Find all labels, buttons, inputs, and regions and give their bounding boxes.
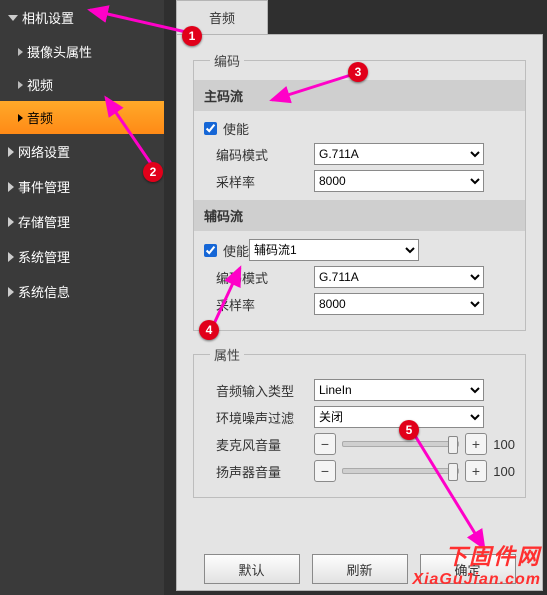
mic-plus-button[interactable]: + [465,433,487,455]
spk-volume-value: 100 [487,464,515,479]
sub-stream-header: 辅码流 [194,200,525,231]
chevron-right-icon [18,114,23,122]
spk-slider[interactable] [342,468,459,474]
sub-enable-label: 使能 [223,241,249,260]
input-type-row: 音频输入类型 LineIn [204,379,515,401]
chevron-right-icon [8,252,14,262]
input-type-label: 音频输入类型 [204,381,314,400]
sub-mode-label: 编码模式 [204,268,314,287]
sub-enable-checkbox[interactable] [204,244,217,257]
sub-rate-label: 采样率 [204,295,314,314]
main-rate-label: 采样率 [204,172,314,191]
spk-plus-button[interactable]: + [465,460,487,482]
spk-volume-row: 扬声器音量 − + 100 [204,460,515,482]
sub-rate-select[interactable]: 8000 [314,293,484,315]
sidebar-group-label: 系统管理 [18,247,70,266]
tab-audio[interactable]: 音频 [176,0,268,34]
mic-volume-label: 麦克风音量 [204,435,314,454]
main-mode-label: 编码模式 [204,145,314,164]
sub-mode-select[interactable]: G.711A [314,266,484,288]
main-mode-row: 编码模式 G.711A [204,143,515,165]
spk-slider-thumb[interactable] [448,463,458,481]
sidebar-item-label: 视频 [27,75,53,94]
chevron-right-icon [8,182,14,192]
mic-volume-value: 100 [487,437,515,452]
noise-row: 环境噪声过滤 关闭 [204,406,515,428]
sidebar-group-sysinfo[interactable]: 系统信息 [0,274,164,309]
sidebar-group-label: 事件管理 [18,177,70,196]
sidebar-group-label: 系统信息 [18,282,70,301]
main-rate-row: 采样率 8000 [204,170,515,192]
chevron-down-icon [8,15,18,21]
sidebar-item-label: 摄像头属性 [27,42,92,61]
chevron-right-icon [18,48,23,56]
encoding-group: 编码 主码流 使能 编码模式 G.711A 采样率 8000 辅码流 使能 辅码… [193,51,526,331]
main-panel: 编码 主码流 使能 编码模式 G.711A 采样率 8000 辅码流 使能 辅码… [176,34,543,591]
sidebar-item-audio[interactable]: 音频 [0,101,164,134]
footer-buttons: 默认 刷新 确定 [177,554,542,584]
sidebar-group-storage[interactable]: 存储管理 [0,204,164,239]
chevron-right-icon [8,287,14,297]
sidebar-group-system[interactable]: 系统管理 [0,239,164,274]
sidebar-item-video[interactable]: 视频 [0,68,164,101]
sidebar-group-label: 存储管理 [18,212,70,231]
main-enable-checkbox[interactable] [204,122,217,135]
sub-enable-row: 使能 辅码流1 [204,239,515,261]
sub-mode-row: 编码模式 G.711A [204,266,515,288]
noise-select[interactable]: 关闭 [314,406,484,428]
chevron-right-icon [8,147,14,157]
input-type-select[interactable]: LineIn [314,379,484,401]
sidebar-group-network[interactable]: 网络设置 [0,134,164,169]
spk-minus-button[interactable]: − [314,460,336,482]
main-mode-select[interactable]: G.711A [314,143,484,165]
sidebar: 相机设置 摄像头属性 视频 音频 网络设置 事件管理 存储管理 系统管理 系统信… [0,0,164,595]
encoding-legend: 编码 [210,51,244,70]
ok-button[interactable]: 确定 [420,554,516,584]
chevron-right-icon [8,217,14,227]
sub-stream-select[interactable]: 辅码流1 [249,239,419,261]
main-rate-select[interactable]: 8000 [314,170,484,192]
sidebar-item-label: 音频 [27,108,53,127]
main-stream-header: 主码流 [194,80,525,111]
default-button[interactable]: 默认 [204,554,300,584]
mic-slider-thumb[interactable] [448,436,458,454]
tab-bar: 音频 [176,0,268,34]
refresh-button[interactable]: 刷新 [312,554,408,584]
main-enable-row: 使能 [204,119,515,138]
chevron-right-icon [18,81,23,89]
sidebar-group-camera[interactable]: 相机设置 [0,0,164,35]
spk-volume-label: 扬声器音量 [204,462,314,481]
attrs-group: 属性 音频输入类型 LineIn 环境噪声过滤 关闭 麦克风音量 − + 100… [193,345,526,498]
sidebar-group-label: 网络设置 [18,142,70,161]
noise-label: 环境噪声过滤 [204,408,314,427]
attrs-legend: 属性 [210,345,244,364]
sidebar-group-event[interactable]: 事件管理 [0,169,164,204]
mic-slider[interactable] [342,441,459,447]
mic-minus-button[interactable]: − [314,433,336,455]
sidebar-item-camera-props[interactable]: 摄像头属性 [0,35,164,68]
sidebar-group-label: 相机设置 [22,8,74,27]
mic-volume-row: 麦克风音量 − + 100 [204,433,515,455]
main-enable-label: 使能 [223,119,249,138]
sub-rate-row: 采样率 8000 [204,293,515,315]
